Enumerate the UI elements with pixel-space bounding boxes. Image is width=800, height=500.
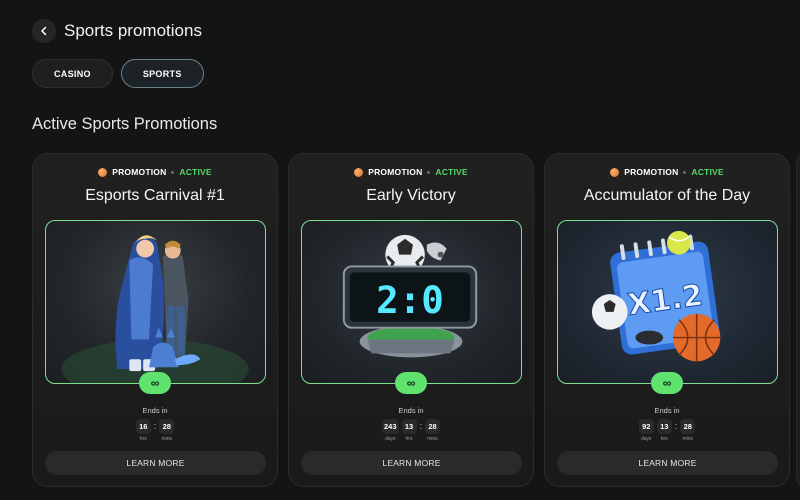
card-category: PROMOTION [112, 167, 167, 177]
timer-value: 16 [135, 419, 151, 434]
card-category: PROMOTION [368, 167, 423, 177]
status-badge: ACTIVE [435, 167, 468, 177]
learn-more-button[interactable]: LEARN MORE [301, 451, 522, 475]
ends-in-label: Ends in [142, 406, 168, 415]
promotion-icon [98, 167, 108, 177]
infinity-badge: ∞ [651, 372, 683, 394]
timer-unit: days [640, 436, 652, 442]
back-button[interactable] [32, 19, 56, 43]
scoreboard-illustration: 2:0 [301, 220, 522, 384]
timer-hours: 13 hrs [401, 419, 417, 442]
card-title: Accumulator of the Day [583, 187, 751, 204]
timer-minutes: 28 mins [159, 419, 175, 442]
countdown-timer: 243 days 13 hrs : 28 mins [289, 419, 533, 442]
timer-hours: 13 hrs [656, 419, 672, 442]
card-meta: PROMOTION ACTIVE [545, 167, 789, 177]
next-card-peek[interactable] [796, 153, 800, 487]
learn-more-button[interactable]: LEARN MORE [45, 451, 266, 475]
promotion-card[interactable]: PROMOTION ACTIVE Early Victory 2:0 ∞ End… [288, 153, 534, 487]
timer-hours: 16 hrs [135, 419, 151, 442]
promotion-icon [354, 167, 364, 177]
separator-dot [427, 170, 431, 174]
card-meta: PROMOTION ACTIVE [289, 167, 533, 177]
page-header: Sports promotions [32, 19, 202, 43]
promotion-card[interactable]: PROMOTION ACTIVE Accumulator of the Day [544, 153, 790, 487]
card-title: Early Victory [366, 187, 456, 204]
timer-minutes: 28 mins [425, 419, 441, 442]
timer-value: 13 [401, 419, 417, 434]
timer-days: 243 days [381, 419, 399, 442]
infinity-badge: ∞ [139, 372, 171, 394]
timer-value: 92 [638, 419, 654, 434]
countdown-timer: 16 hrs : 28 mins [33, 419, 277, 442]
timer-unit: hrs [660, 436, 668, 442]
timer-separator: : [153, 421, 157, 431]
timer-unit: hrs [139, 436, 147, 442]
timer-value: 28 [159, 419, 175, 434]
countdown-timer: 92 days 13 hrs : 28 mins [545, 419, 789, 442]
timer-separator: : [419, 421, 423, 431]
timer-days: 92 days [638, 419, 654, 442]
timer-minutes: 28 mins [680, 419, 696, 442]
timer-value: 243 [381, 419, 399, 434]
tab-casino[interactable]: CASINO [32, 59, 113, 88]
status-badge: ACTIVE [691, 167, 724, 177]
timer-unit: days [384, 436, 396, 442]
esports-heroes-illustration [45, 220, 266, 384]
timer-unit: mins [161, 436, 173, 442]
timer-value: 28 [425, 419, 441, 434]
timer-unit: mins [682, 436, 694, 442]
page-title: Sports promotions [64, 21, 202, 40]
ends-in-label: Ends in [398, 406, 424, 415]
timer-value: 13 [656, 419, 672, 434]
promotion-card[interactable]: PROMOTION ACTIVE Esports Carnival #1 ∞ E… [32, 153, 278, 487]
separator-dot [171, 170, 175, 174]
chevron-left-icon [41, 26, 47, 36]
promotion-cards: PROMOTION ACTIVE Esports Carnival #1 ∞ E… [32, 153, 790, 487]
section-title: Active Sports Promotions [32, 115, 218, 133]
promotion-icon [610, 167, 620, 177]
calendar-balls-illustration: X1.2 [557, 220, 778, 384]
status-badge: ACTIVE [179, 167, 212, 177]
scoreboard-score: 2:0 [376, 278, 444, 322]
learn-more-button[interactable]: LEARN MORE [557, 451, 778, 475]
timer-separator: : [674, 421, 678, 431]
ends-in-label: Ends in [654, 406, 680, 415]
timer-value: 28 [680, 419, 696, 434]
infinity-badge: ∞ [395, 372, 427, 394]
timer-unit: hrs [405, 436, 413, 442]
category-tabs: CASINO SPORTS [32, 59, 204, 88]
card-meta: PROMOTION ACTIVE [33, 167, 277, 177]
card-title: Esports Carnival #1 [85, 187, 225, 204]
tab-sports[interactable]: SPORTS [120, 59, 204, 88]
card-category: PROMOTION [624, 167, 679, 177]
separator-dot [683, 170, 687, 174]
timer-unit: mins [427, 436, 438, 442]
